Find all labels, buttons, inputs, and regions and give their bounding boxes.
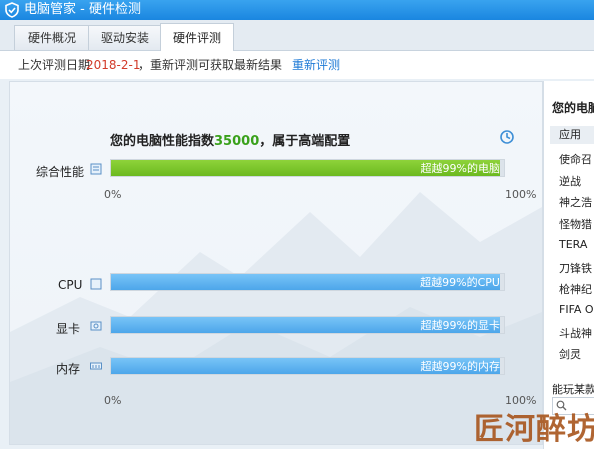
sidebar-item-game[interactable]: FIFA On: [559, 303, 594, 316]
computer-icon: [90, 163, 102, 175]
score-value: 35000: [214, 134, 260, 149]
gpu-bar: 超越99%的显卡: [110, 316, 505, 334]
overall-bar-text: 超越99%的电脑: [420, 162, 500, 175]
last-test-label: 上次评测日期: [18, 58, 91, 72]
memory-label: 内存: [56, 362, 81, 376]
sidebar-item-apps[interactable]: 应用: [550, 126, 594, 144]
benchmark-panel: 您的电脑性能指数35000，属于高端配置 综合性能 超越99%的电脑 0% 10…: [9, 81, 543, 445]
last-test-date: 2018-2-1: [86, 58, 141, 72]
score-prefix: 您的电脑性能指数: [110, 134, 215, 149]
retest-link[interactable]: 重新评测: [292, 58, 340, 72]
memory-bar: 超越99%的内存: [110, 357, 505, 375]
sidebar-title: 您的电脑: [552, 101, 594, 115]
game-sidebar: 您的电脑 应用 使命召 逆战 神之浩 怪物猎 TERA 刀锋铁 枪神纪 FIFA…: [543, 81, 594, 449]
gpu-icon: [90, 321, 102, 331]
sidebar-item-game[interactable]: 刀锋铁: [559, 260, 592, 276]
sidebar-item-game[interactable]: 怪物猎: [559, 216, 592, 232]
window-title: 电脑管家 - 硬件检测: [24, 2, 141, 17]
tab-hardware-overview[interactable]: 硬件概况: [14, 25, 90, 50]
sidebar-item-game[interactable]: 剑灵: [559, 346, 581, 362]
performance-score: 您的电脑性能指数35000，属于高端配置: [110, 130, 350, 149]
cpu-bar: 超越99%的CPU: [110, 273, 505, 291]
overall-label: 综合性能: [36, 165, 85, 179]
watermark-text: 匠河醉坊: [474, 412, 594, 447]
cpu-bar-text: 超越99%的CPU: [420, 276, 500, 289]
overall-axis-max: 100%: [505, 188, 537, 201]
gpu-bar-text: 超越99%的显卡: [420, 319, 500, 332]
tab-bar: 硬件概况 驱动安装 硬件评测: [0, 20, 594, 52]
sidebar-item-game[interactable]: 枪神纪: [559, 281, 592, 297]
sidebar-footer: 能玩某款: [552, 383, 594, 396]
sidebar-item-game[interactable]: 斗战神: [559, 325, 592, 341]
gpu-label: 显卡: [56, 322, 81, 336]
component-axis-min: 0%: [104, 394, 122, 407]
cpu-label: CPU: [58, 278, 83, 292]
sidebar-item-game[interactable]: 逆战: [559, 173, 581, 189]
memory-bar-text: 超越99%的内存: [420, 360, 500, 373]
overall-bar: 超越99%的电脑: [110, 159, 505, 177]
sidebar-item-game[interactable]: TERA: [559, 238, 587, 251]
score-suffix: ，属于高端配置: [259, 134, 351, 149]
cpu-icon: [90, 278, 102, 290]
memory-icon: [90, 362, 102, 370]
title-bar: 电脑管家 - 硬件检测: [0, 0, 594, 20]
tab-hardware-benchmark[interactable]: 硬件评测: [160, 23, 234, 52]
sidebar-item-game[interactable]: 使命召: [559, 151, 592, 167]
sidebar-item-game[interactable]: 神之浩: [559, 194, 592, 210]
retest-hint: ，重新评测可获取最新结果: [138, 58, 283, 72]
refresh-icon[interactable]: [499, 129, 515, 145]
shield-logo-icon: [5, 2, 19, 18]
info-bar: 上次评测日期 2018-2-1 ，重新评测可获取最新结果 重新评测: [0, 51, 594, 79]
overall-axis-min: 0%: [104, 188, 122, 201]
tab-driver-install[interactable]: 驱动安装: [88, 25, 162, 50]
